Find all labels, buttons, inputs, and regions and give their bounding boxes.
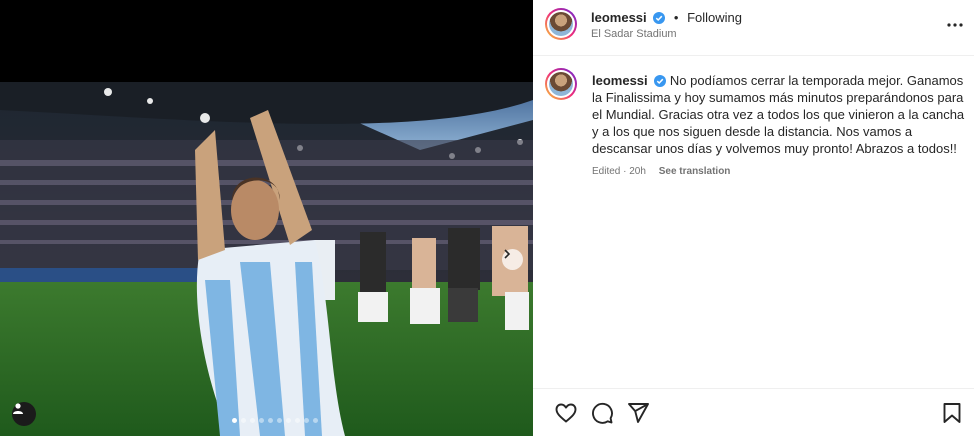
carousel-dot [232, 418, 237, 423]
carousel-dot [286, 418, 291, 423]
post-media[interactable] [0, 0, 533, 436]
avatar[interactable] [545, 8, 577, 40]
carousel-indicators [232, 418, 318, 423]
carousel-dot [268, 418, 273, 423]
carousel-dot [259, 418, 264, 423]
carousel-dot [304, 418, 309, 423]
carousel-dot [241, 418, 246, 423]
comment-icon[interactable] [590, 401, 614, 425]
like-heart-icon[interactable] [554, 401, 578, 425]
following-button[interactable]: Following [687, 10, 742, 25]
carousel-dot [250, 418, 255, 423]
location-link[interactable]: El Sadar Stadium [591, 28, 677, 40]
action-bar [533, 388, 974, 437]
share-icon[interactable] [626, 401, 650, 425]
carousel-dot [277, 418, 282, 423]
save-bookmark-icon[interactable] [940, 401, 964, 425]
chevron-right-icon [504, 249, 511, 259]
caption-body: No podíamos cerrar la temporada mejor. G… [592, 73, 965, 156]
caption-meta: Edited · 20h See translation [592, 166, 730, 177]
see-translation-link[interactable]: See translation [659, 166, 731, 177]
carousel-next-button[interactable] [502, 249, 523, 270]
photo-scene [0, 0, 533, 436]
caption-avatar[interactable] [545, 68, 577, 100]
user-tag-icon[interactable] [12, 402, 36, 426]
post-panel: leomessi • Following El Sadar Stadium le… [533, 0, 974, 436]
caption-username[interactable]: leomessi [592, 73, 648, 88]
username-link[interactable]: leomessi [591, 10, 647, 25]
caption-text: leomessi No podíamos cerrar la temporada… [592, 72, 972, 157]
edited-timestamp: Edited · 20h [592, 166, 646, 177]
post-header: leomessi • Following El Sadar Stadium [533, 0, 974, 56]
carousel-dot [295, 418, 300, 423]
carousel-dot [313, 418, 318, 423]
more-options-icon[interactable] [946, 16, 964, 34]
verified-badge-icon [654, 75, 667, 87]
separator-dot: • [673, 10, 679, 25]
verified-badge-icon [653, 12, 666, 24]
